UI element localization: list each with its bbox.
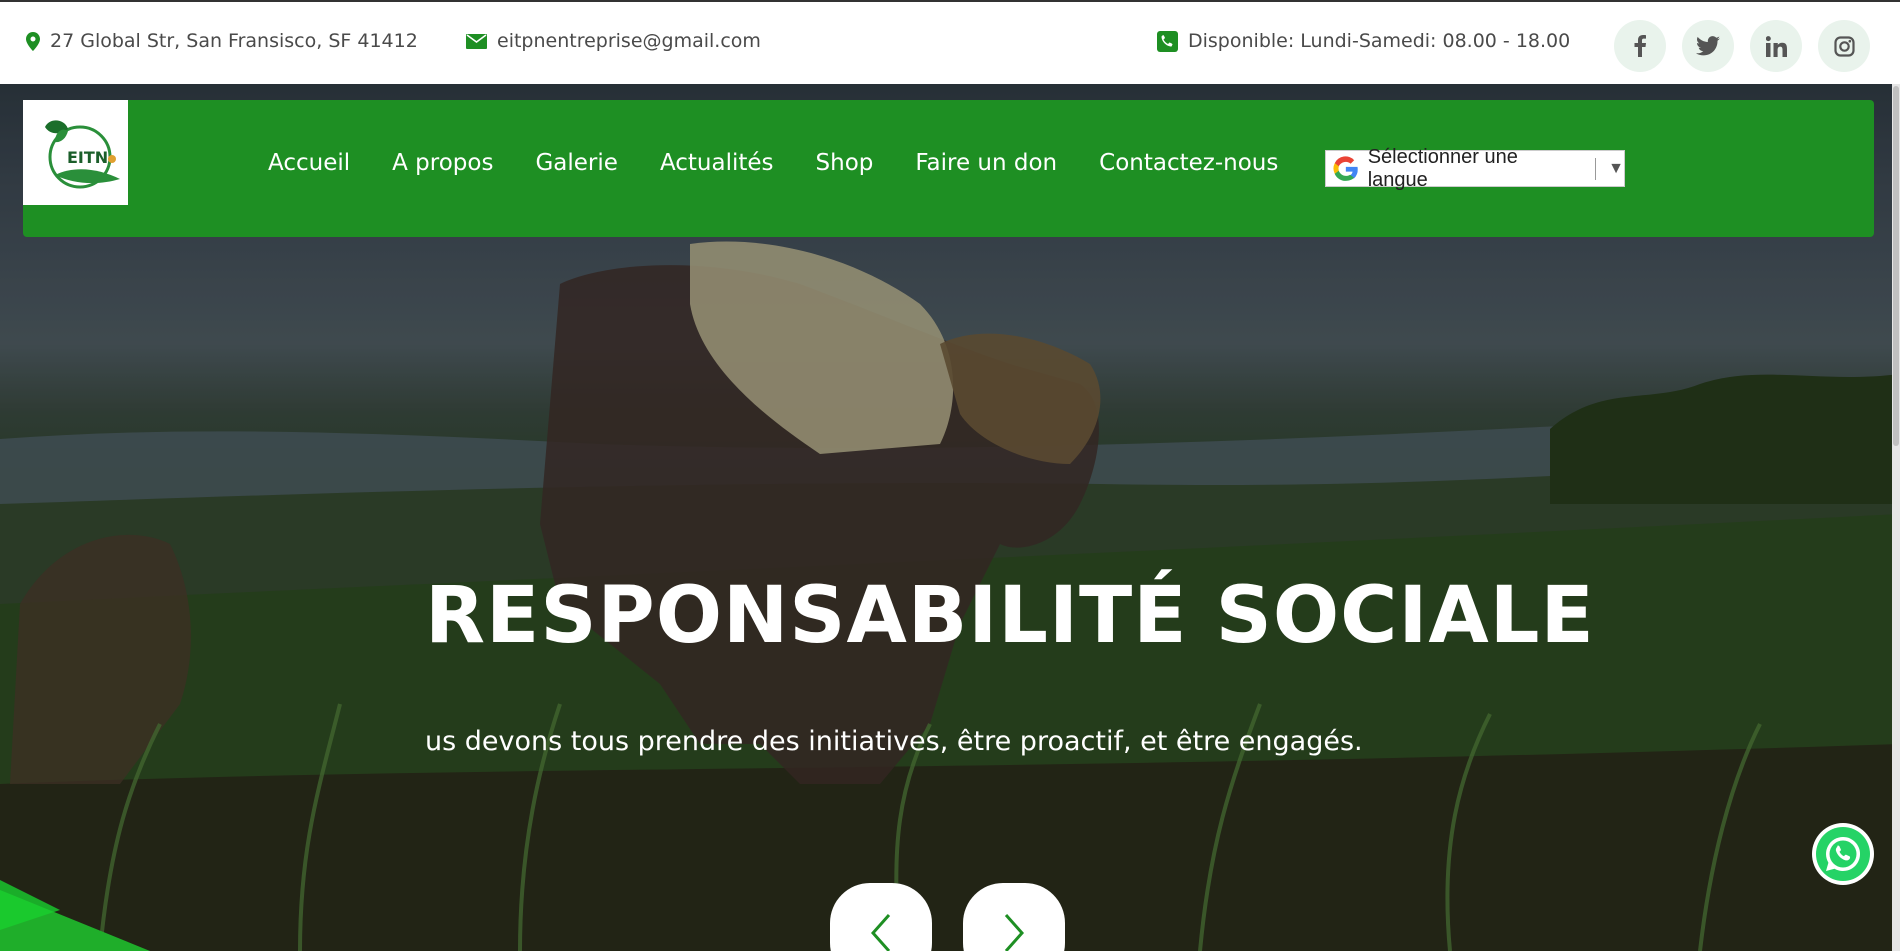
linkedin-link[interactable]	[1750, 20, 1802, 72]
nav-item-actualites[interactable]: Actualités	[660, 150, 774, 176]
language-label: Sélectionner une langue	[1367, 145, 1518, 191]
language-divider	[1595, 157, 1597, 180]
slider-prev-button[interactable]	[830, 883, 932, 951]
twitter-link[interactable]	[1682, 20, 1734, 72]
hero-title: RESPONSABILITÉ SOCIALE	[425, 571, 1595, 661]
social-links	[1614, 20, 1870, 72]
nav-menu: Accueil A propos Galerie Actualités Shop…	[268, 150, 1278, 176]
whatsapp-button[interactable]	[1812, 823, 1874, 885]
address-text: 27 Global Str, San Fransisco, SF 41412	[50, 30, 418, 52]
phone-icon	[1157, 30, 1178, 52]
dropdown-arrow-icon: ▼	[1608, 159, 1624, 177]
facebook-icon	[1634, 35, 1646, 57]
instagram-icon	[1833, 35, 1855, 57]
language-selector[interactable]: Sélectionner une langue ▼	[1325, 146, 1625, 191]
envelope-icon	[466, 33, 487, 49]
chevron-right-icon	[1004, 914, 1025, 951]
scrollbar-thumb[interactable]	[1893, 86, 1899, 446]
google-icon	[1333, 155, 1358, 181]
hours-info: Disponible: Lundi-Samedi: 08.00 - 18.00	[1157, 30, 1570, 52]
slider-next-button[interactable]	[963, 883, 1065, 951]
svg-text:EITN: EITN	[67, 148, 108, 167]
nav-item-galerie[interactable]: Galerie	[535, 150, 617, 176]
nav-item-contactez-nous[interactable]: Contactez-nous	[1099, 150, 1278, 176]
email-text[interactable]: eitpnentreprise@gmail.com	[497, 30, 761, 52]
logo-icon: EITN	[44, 119, 120, 188]
nav-item-a-propos[interactable]: A propos	[392, 150, 493, 176]
nav-item-accueil[interactable]: Accueil	[268, 150, 350, 176]
address-info: 27 Global Str, San Fransisco, SF 41412	[26, 30, 418, 52]
page-scrollbar[interactable]	[1892, 84, 1900, 951]
linkedin-icon	[1765, 35, 1787, 57]
twitter-icon	[1696, 36, 1720, 56]
site-logo[interactable]: EITN	[23, 100, 128, 205]
email-info[interactable]: eitpnentreprise@gmail.com	[466, 30, 761, 52]
whatsapp-icon	[1816, 827, 1870, 881]
instagram-link[interactable]	[1818, 20, 1870, 72]
nav-item-faire-un-don[interactable]: Faire un don	[915, 150, 1057, 176]
hours-text: Disponible: Lundi-Samedi: 08.00 - 18.00	[1188, 30, 1571, 52]
hero-subtitle: us devons tous prendre des initiatives, …	[425, 726, 1363, 757]
nav-item-shop[interactable]: Shop	[816, 150, 874, 176]
main-navbar: EITN Accueil A propos Galerie Actualités…	[23, 100, 1874, 237]
facebook-link[interactable]	[1614, 20, 1666, 72]
top-info-bar: 27 Global Str, San Fransisco, SF 41412 e…	[0, 0, 1900, 84]
map-pin-icon	[26, 31, 40, 51]
chevron-left-icon	[870, 914, 891, 951]
corner-decoration	[0, 880, 150, 951]
